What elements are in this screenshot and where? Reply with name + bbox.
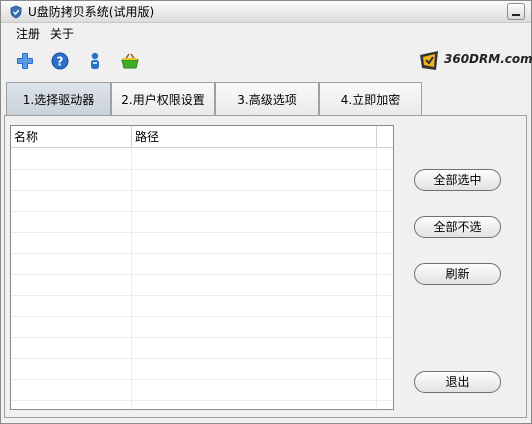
refresh-button[interactable]: 刷新 — [414, 263, 501, 285]
exit-button[interactable]: 退出 — [414, 371, 501, 393]
select-none-button[interactable]: 全部不选 — [414, 216, 501, 238]
column-header-path[interactable]: 路径 — [132, 126, 377, 148]
row-divider — [11, 358, 393, 359]
select-all-button[interactable]: 全部选中 — [414, 169, 501, 191]
title-bar: U盘防拷贝系统(试用版) — [1, 1, 531, 23]
table-body — [11, 149, 393, 409]
row-divider — [11, 169, 393, 170]
row-divider — [11, 337, 393, 338]
tab-advanced-options[interactable]: 3.高级选项 — [215, 82, 319, 116]
app-window: U盘防拷贝系统(试用版) 注册 关于 ? 360DRM.com 1.选择驱动器 … — [0, 0, 532, 424]
logo-text: 360DRM.com — [444, 52, 532, 66]
basket-icon[interactable] — [120, 51, 140, 71]
user-icon[interactable] — [85, 51, 105, 71]
row-divider — [11, 211, 393, 212]
menu-register[interactable]: 注册 — [16, 27, 40, 41]
brand-logo: 360DRM.com — [417, 48, 532, 74]
drive-table[interactable]: 名称 路径 — [10, 125, 394, 410]
row-divider — [11, 379, 393, 380]
row-divider — [11, 295, 393, 296]
logo-icon — [420, 51, 438, 70]
row-divider — [11, 253, 393, 254]
column-header-name[interactable]: 名称 — [11, 126, 132, 148]
tab-select-drive[interactable]: 1.选择驱动器 — [6, 82, 111, 116]
add-icon[interactable] — [15, 51, 35, 71]
column-divider — [376, 149, 377, 409]
minimize-button[interactable] — [507, 3, 525, 20]
shield-icon — [9, 5, 23, 19]
tab-user-permissions[interactable]: 2.用户权限设置 — [111, 82, 215, 116]
svg-text:?: ? — [57, 55, 64, 69]
table-header: 名称 路径 — [11, 126, 393, 148]
row-divider — [11, 316, 393, 317]
menu-about[interactable]: 关于 — [50, 27, 74, 41]
tab-encrypt-now[interactable]: 4.立即加密 — [319, 82, 422, 116]
menu-bar: 注册 关于 — [1, 24, 531, 44]
row-divider — [11, 400, 393, 401]
row-divider — [11, 190, 393, 191]
help-icon[interactable]: ? — [50, 51, 70, 71]
column-divider — [131, 149, 132, 409]
minimize-icon — [512, 14, 520, 16]
row-divider — [11, 232, 393, 233]
window-title: U盘防拷贝系统(试用版) — [28, 5, 155, 19]
row-divider — [11, 274, 393, 275]
